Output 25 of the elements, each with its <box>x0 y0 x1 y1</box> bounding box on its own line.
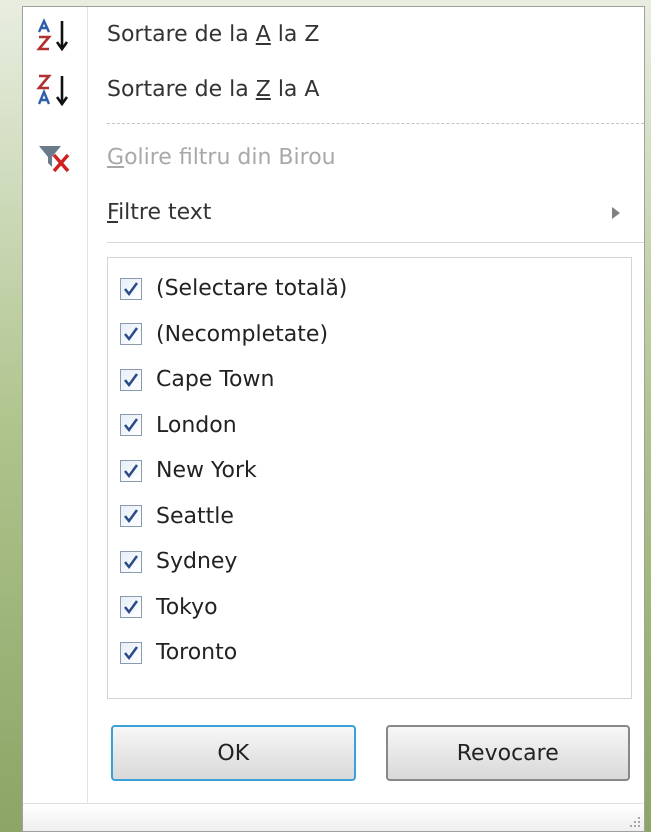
value-label: (Selectare totală) <box>156 275 348 304</box>
menu-item[interactable]: Sortare de la A la Z <box>23 7 644 62</box>
value-label: (Necompletate) <box>156 320 328 349</box>
value-label: New York <box>156 457 257 486</box>
menu-item[interactable]: Filtre text <box>23 185 644 240</box>
value-label: Toronto <box>156 639 238 668</box>
resize-grip-icon <box>629 816 641 828</box>
submenu-arrow-icon <box>612 206 620 218</box>
checkbox[interactable] <box>120 368 142 391</box>
value-label: Cape Town <box>156 366 274 394</box>
checkbox[interactable] <box>120 460 142 482</box>
menu-item[interactable]: Sortare de la Z la A <box>23 62 644 117</box>
checkbox[interactable] <box>120 550 142 573</box>
checkbox[interactable] <box>120 278 142 300</box>
checkbox[interactable] <box>120 323 142 346</box>
value-label: Tokyo <box>156 594 218 622</box>
value-label: Seattle <box>156 502 234 531</box>
checkbox[interactable] <box>120 505 142 528</box>
value-label: Sydney <box>156 548 238 576</box>
checkbox[interactable] <box>120 414 142 436</box>
cancel-button[interactable]: Revocare <box>386 725 630 781</box>
value-label: London <box>156 412 237 440</box>
ok-button[interactable]: OK <box>111 725 356 781</box>
checkbox[interactable] <box>120 642 142 664</box>
checkbox[interactable] <box>120 596 142 618</box>
